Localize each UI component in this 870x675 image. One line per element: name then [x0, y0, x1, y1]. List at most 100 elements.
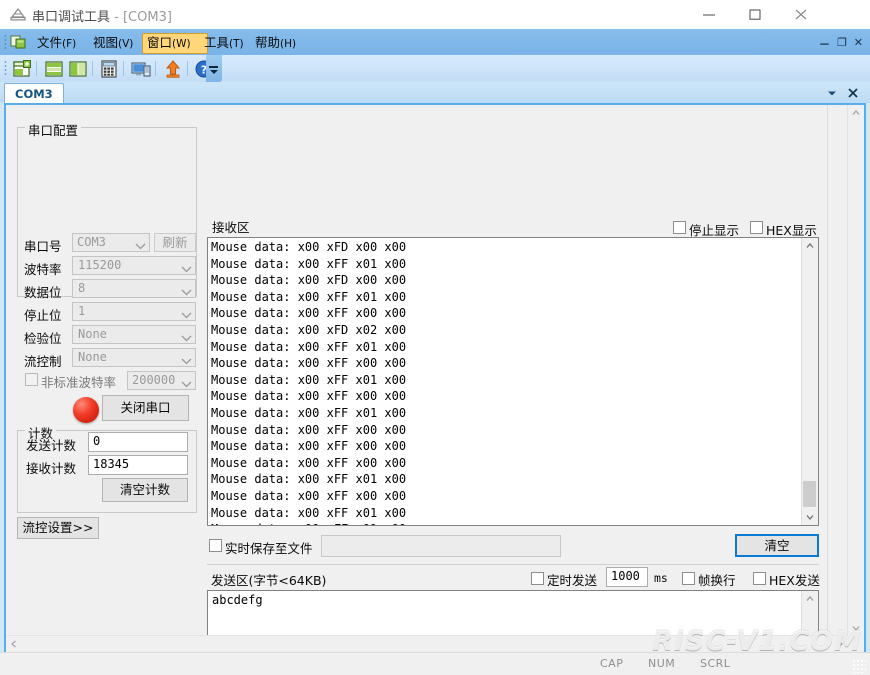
- menu-item-window-mnemonic: (W): [172, 38, 191, 50]
- timed-send-checkbox[interactable]: [531, 572, 544, 585]
- stop-display-checkbox[interactable]: [673, 221, 686, 234]
- scroll-down-icon[interactable]: [848, 620, 864, 636]
- upload-icon[interactable]: [163, 59, 183, 79]
- send-area-title: 发送区(字节<64KB): [211, 573, 327, 588]
- window-close-button[interactable]: [778, 0, 824, 29]
- frame-newline-checkbox[interactable]: [682, 572, 695, 585]
- monitor-icon[interactable]: [131, 59, 151, 79]
- scroll-left-icon[interactable]: [6, 636, 22, 652]
- toolbar-drag-grip[interactable]: [4, 60, 7, 77]
- send-interval-input[interactable]: 1000: [606, 567, 648, 587]
- rx-count-value: 18345: [93, 457, 130, 471]
- menu-drag-grip[interactable]: [4, 34, 7, 50]
- menu-item-tools-mnemonic: (T): [229, 38, 244, 50]
- status-cap: CAP: [600, 657, 624, 670]
- stopbits-combo[interactable]: 1: [72, 302, 196, 321]
- baudrate-label: 波特率: [24, 262, 62, 277]
- tab-com3[interactable]: COM3: [4, 83, 64, 104]
- send-scrollbar-vertical[interactable]: [801, 591, 818, 636]
- clear-receive-button[interactable]: 清空: [735, 534, 819, 557]
- parity-label: 检验位: [24, 331, 62, 346]
- flowcontrol-combo[interactable]: None: [72, 348, 196, 367]
- scrollbar-corner: [848, 636, 864, 652]
- title-bar: 串口调试工具 - [COM3]: [0, 0, 870, 30]
- window-title-doc: [COM3]: [122, 10, 172, 25]
- window-minimize-button[interactable]: [686, 0, 732, 29]
- menu-item-help[interactable]: 帮助(H): [250, 33, 316, 52]
- hex-display-checkbox[interactable]: [750, 221, 763, 234]
- stopbits-label: 停止位: [24, 308, 62, 323]
- stopbits-combo-value: 1: [78, 304, 86, 318]
- toolbar-separator: [155, 61, 156, 76]
- port-label: 串口号: [24, 239, 62, 254]
- mdi-minimize-button[interactable]: －: [819, 36, 830, 52]
- flow-settings-button[interactable]: 流控设置>>: [17, 517, 99, 539]
- scroll-right-icon[interactable]: [832, 636, 848, 652]
- mdi-close-button[interactable]: ✕: [854, 36, 863, 49]
- window-title-sep: -: [110, 10, 123, 25]
- mdi-restore-button[interactable]: ❐: [837, 36, 847, 49]
- baudrate-combo[interactable]: 115200: [72, 256, 196, 275]
- close-port-button[interactable]: 关闭串口: [102, 395, 189, 421]
- nonstandard-baud-checkbox[interactable]: [25, 373, 38, 386]
- receive-area-title: 接收区: [212, 220, 250, 235]
- baudrate-combo-value: 115200: [78, 258, 122, 272]
- scroll-down-icon[interactable]: [802, 509, 818, 525]
- window-title-main: 串口调试工具: [32, 10, 111, 25]
- receive-scrollbar-vertical[interactable]: [801, 238, 818, 525]
- serial-config-title: 串口配置: [25, 120, 82, 139]
- toolbar-separator: [92, 61, 93, 76]
- scroll-up-icon[interactable]: [802, 591, 818, 607]
- save-to-file-checkbox[interactable]: [209, 539, 222, 552]
- tile-vertical-icon[interactable]: [68, 59, 88, 79]
- nonstandard-baud-combo[interactable]: 200000: [127, 371, 196, 390]
- chevron-down-icon[interactable]: [825, 86, 839, 100]
- menu-bar: 文件(F) 视图(V) 窗口(W) 工具(T) 帮助(H) － ❐ ✕: [0, 29, 870, 55]
- receive-text-area[interactable]: Mouse data: x00 xFD x00 x00 Mouse data: …: [207, 237, 819, 526]
- toolbar-overflow-button[interactable]: [206, 55, 222, 82]
- chevron-down-icon: [181, 354, 192, 368]
- send-interval-unit: ms: [654, 571, 668, 585]
- port-combo[interactable]: COM3: [72, 233, 150, 252]
- port-status-led: [73, 397, 99, 423]
- chevron-down-icon: [181, 377, 192, 391]
- nonstandard-baud-value: 200000: [132, 373, 176, 387]
- save-to-file-path-input[interactable]: [321, 535, 561, 557]
- hex-send-label: HEX发送: [769, 573, 820, 588]
- tile-horizontal-icon[interactable]: [44, 59, 64, 79]
- resize-grip[interactable]: [852, 659, 866, 673]
- panel-divider: [827, 105, 828, 636]
- serial-debug-tool-window: 串口调试工具 - [COM3] 文件(F) 视图(V) 窗口(W) 工具(T) …: [0, 0, 870, 675]
- tx-count-field[interactable]: 0: [88, 432, 188, 452]
- scroll-up-icon[interactable]: [802, 238, 818, 254]
- child-scrollbar-vertical[interactable]: [847, 105, 864, 636]
- child-scrollbar-horizontal[interactable]: [6, 635, 848, 652]
- calculator-icon[interactable]: [99, 59, 119, 79]
- send-interval-value: 1000: [611, 569, 640, 583]
- menu-item-view-mnemonic: (V): [118, 38, 134, 50]
- parity-combo[interactable]: None: [72, 325, 196, 344]
- flowcontrol-combo-value: None: [78, 350, 107, 364]
- new-window-icon[interactable]: [12, 59, 32, 79]
- refresh-ports-button[interactable]: 刷新: [154, 233, 196, 252]
- window-maximize-button[interactable]: [732, 0, 778, 29]
- hex-send-checkbox[interactable]: [753, 572, 766, 585]
- close-icon[interactable]: [846, 86, 860, 100]
- scroll-up-icon[interactable]: [848, 105, 864, 121]
- clear-counters-button[interactable]: 清空计数: [102, 478, 188, 502]
- window-title: 串口调试工具 - [COM3]: [32, 6, 172, 25]
- receive-scrollbar-thumb[interactable]: [803, 481, 816, 507]
- flowcontrol-label: 流控制: [24, 354, 62, 369]
- menu-item-help-label: 帮助: [255, 35, 281, 50]
- send-text-area[interactable]: abcdefg: [207, 590, 819, 636]
- frame-newline-label: 帧换行: [698, 573, 736, 588]
- nonstandard-baud-label: 非标准波特率: [41, 375, 117, 390]
- chevron-down-icon: [181, 308, 192, 322]
- com3-child-window: 串口配置 串口号 COM3 刷新 波特率 115200 数据位 8 停止位 1 …: [4, 103, 866, 654]
- toolbar: ?: [0, 55, 870, 83]
- rx-count-field[interactable]: 18345: [88, 455, 188, 475]
- menu-item-view-label: 视图: [93, 35, 119, 50]
- databits-combo[interactable]: 8: [72, 279, 196, 298]
- status-num: NUM: [648, 657, 676, 670]
- parity-combo-value: None: [78, 327, 107, 341]
